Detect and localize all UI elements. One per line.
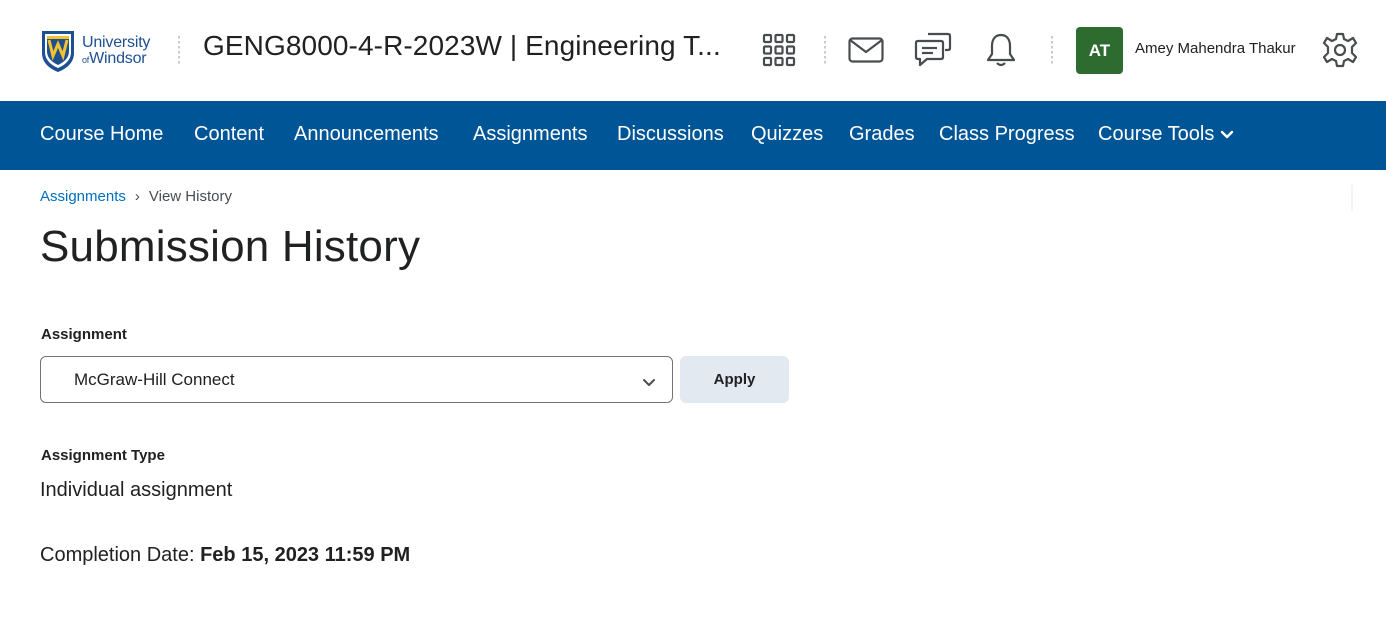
nav-course-tools[interactable]: Course Tools xyxy=(1098,123,1234,146)
nav-grades[interactable]: Grades xyxy=(849,123,915,146)
assignment-label: Assignment xyxy=(41,326,127,343)
header-divider xyxy=(1051,36,1053,64)
header-divider xyxy=(178,36,180,64)
nav-course-tools-label: Course Tools xyxy=(1098,123,1215,145)
nav-quizzes[interactable]: Quizzes xyxy=(751,123,823,146)
chat-bubbles-icon[interactable] xyxy=(913,30,953,70)
assignment-select-value: McGraw-Hill Connect xyxy=(74,369,235,389)
nav-course-home[interactable]: Course Home xyxy=(40,123,163,146)
completion-date-label: Completion Date: xyxy=(40,544,195,566)
completion-date: Completion Date: Feb 15, 2023 11:59 PM xyxy=(40,544,410,567)
nav-announcements[interactable]: Announcements xyxy=(294,123,439,146)
gear-icon[interactable] xyxy=(1320,30,1360,70)
logo-line1: University xyxy=(82,34,151,51)
user-name[interactable]: Amey Mahendra Thakur xyxy=(1135,40,1296,57)
course-title[interactable]: GENG8000-4-R-2023W | Engineering T... xyxy=(203,30,721,62)
course-navbar: Course Home Content Announcements Assign… xyxy=(0,101,1386,170)
chevron-down-icon xyxy=(642,373,656,393)
nav-content[interactable]: Content xyxy=(194,123,264,146)
breadcrumb-current: View History xyxy=(148,188,232,205)
avatar[interactable]: AT xyxy=(1076,27,1123,74)
completion-date-value: Feb 15, 2023 11:59 PM xyxy=(200,544,411,566)
bell-icon[interactable] xyxy=(981,30,1021,70)
apply-button[interactable]: Apply xyxy=(680,356,789,403)
breadcrumb-separator-icon: › xyxy=(134,188,140,205)
mail-icon[interactable] xyxy=(846,30,886,70)
chevron-down-icon xyxy=(1220,123,1234,146)
university-shield-logo-icon xyxy=(42,31,74,72)
apps-grid-icon[interactable] xyxy=(759,30,799,70)
nav-discussions[interactable]: Discussions xyxy=(617,123,724,146)
page-title: Submission History xyxy=(40,222,421,271)
assignment-type-value: Individual assignment xyxy=(40,479,233,501)
nav-class-progress[interactable]: Class Progress xyxy=(939,123,1075,146)
assignment-select[interactable]: McGraw-Hill Connect xyxy=(40,356,673,403)
scroll-edge xyxy=(1351,185,1353,211)
header-divider xyxy=(824,36,826,64)
university-logo[interactable]: University ofWindsor xyxy=(40,28,160,74)
breadcrumb: Assignments › View History xyxy=(40,188,232,205)
nav-assignments[interactable]: Assignments xyxy=(473,123,588,146)
logo-line2: Windsor xyxy=(89,50,147,67)
top-header: University ofWindsor GENG8000-4-R-2023W … xyxy=(0,0,1386,101)
breadcrumb-assignments-link[interactable]: Assignments xyxy=(40,188,126,205)
assignment-type-label: Assignment Type xyxy=(41,447,165,464)
